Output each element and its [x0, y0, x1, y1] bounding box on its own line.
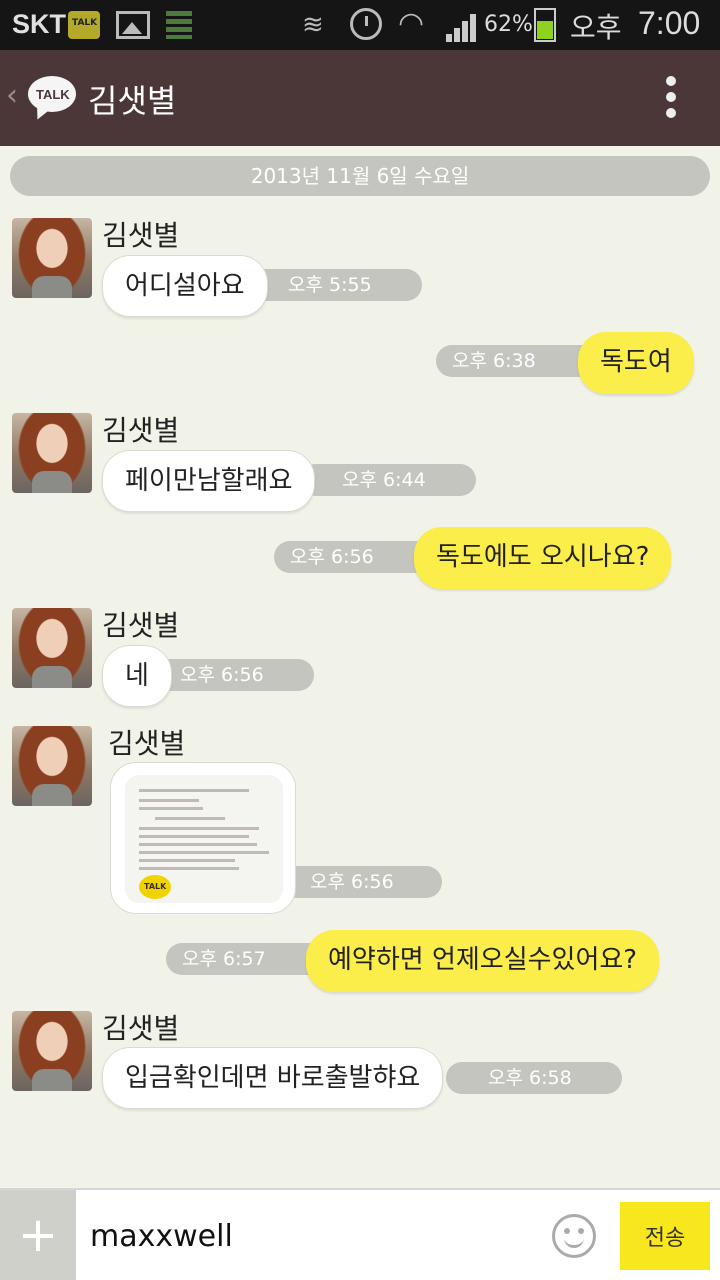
- chat-title: 김샛별: [88, 82, 177, 120]
- incoming-message[interactable]: 페이만남할래요: [102, 450, 316, 512]
- back-chevron-icon[interactable]: ‹: [6, 78, 18, 113]
- outgoing-message[interactable]: 예약하면 언제오실수있어요?: [306, 930, 660, 992]
- image-thumbnail: TALK: [125, 775, 283, 903]
- kakaotalk-logo-icon: TALK: [139, 875, 171, 899]
- chat-header: ‹ TALK 김샛별: [0, 50, 720, 146]
- incoming-message[interactable]: 입금확인데면 바로출발햐요: [102, 1047, 444, 1109]
- clock-ampm: 오후: [570, 11, 622, 44]
- message-timestamp: 오후 6:44: [300, 464, 476, 496]
- calendar-notification-icon: [166, 11, 192, 39]
- kakaotalk-notification-icon: TALK: [68, 11, 100, 39]
- gallery-notification-icon: [116, 11, 150, 39]
- battery-percent: 62%: [484, 12, 533, 37]
- vibrate-icon: ≋: [302, 10, 324, 40]
- avatar[interactable]: [12, 1011, 92, 1091]
- message-timestamp: 오후 5:55: [248, 269, 422, 301]
- attach-plus-button[interactable]: +: [0, 1190, 76, 1280]
- avatar[interactable]: [12, 218, 92, 298]
- incoming-message[interactable]: 어디설아요: [102, 255, 268, 317]
- image-message[interactable]: TALK: [110, 762, 296, 914]
- kakaotalk-logo-icon[interactable]: TALK: [28, 76, 76, 112]
- status-bar: SKT TALK ≋ ◠ 62% 오후 7:00: [0, 0, 720, 50]
- date-divider: 2013년 11월 6일 수요일: [10, 156, 710, 196]
- outgoing-message[interactable]: 독도에도 오시나요?: [414, 527, 672, 589]
- avatar[interactable]: [12, 608, 92, 688]
- sender-name: 김샛별: [108, 727, 186, 760]
- sender-name: 김샛별: [102, 609, 180, 642]
- sender-name: 김샛별: [102, 414, 180, 447]
- avatar[interactable]: [12, 413, 92, 493]
- sender-name: 김샛별: [102, 219, 180, 252]
- battery-icon: [534, 8, 556, 42]
- send-button[interactable]: 전송: [620, 1202, 710, 1270]
- sender-name: 김샛별: [102, 1012, 180, 1045]
- clock-time: 7:00: [638, 5, 701, 41]
- message-timestamp: 오후 6:58: [446, 1062, 622, 1094]
- message-input[interactable]: [90, 1212, 530, 1260]
- overflow-menu-icon[interactable]: [664, 76, 678, 120]
- carrier-label: SKT: [12, 9, 66, 39]
- incoming-message[interactable]: 네: [102, 645, 172, 707]
- alarm-icon: [350, 8, 382, 40]
- outgoing-message[interactable]: 독도여: [578, 332, 694, 394]
- wifi-icon: ◠: [398, 6, 425, 41]
- emoticon-icon[interactable]: [552, 1214, 596, 1258]
- signal-icon: [446, 12, 480, 42]
- message-input-bar: + 전송: [0, 1188, 720, 1280]
- avatar[interactable]: [12, 726, 92, 806]
